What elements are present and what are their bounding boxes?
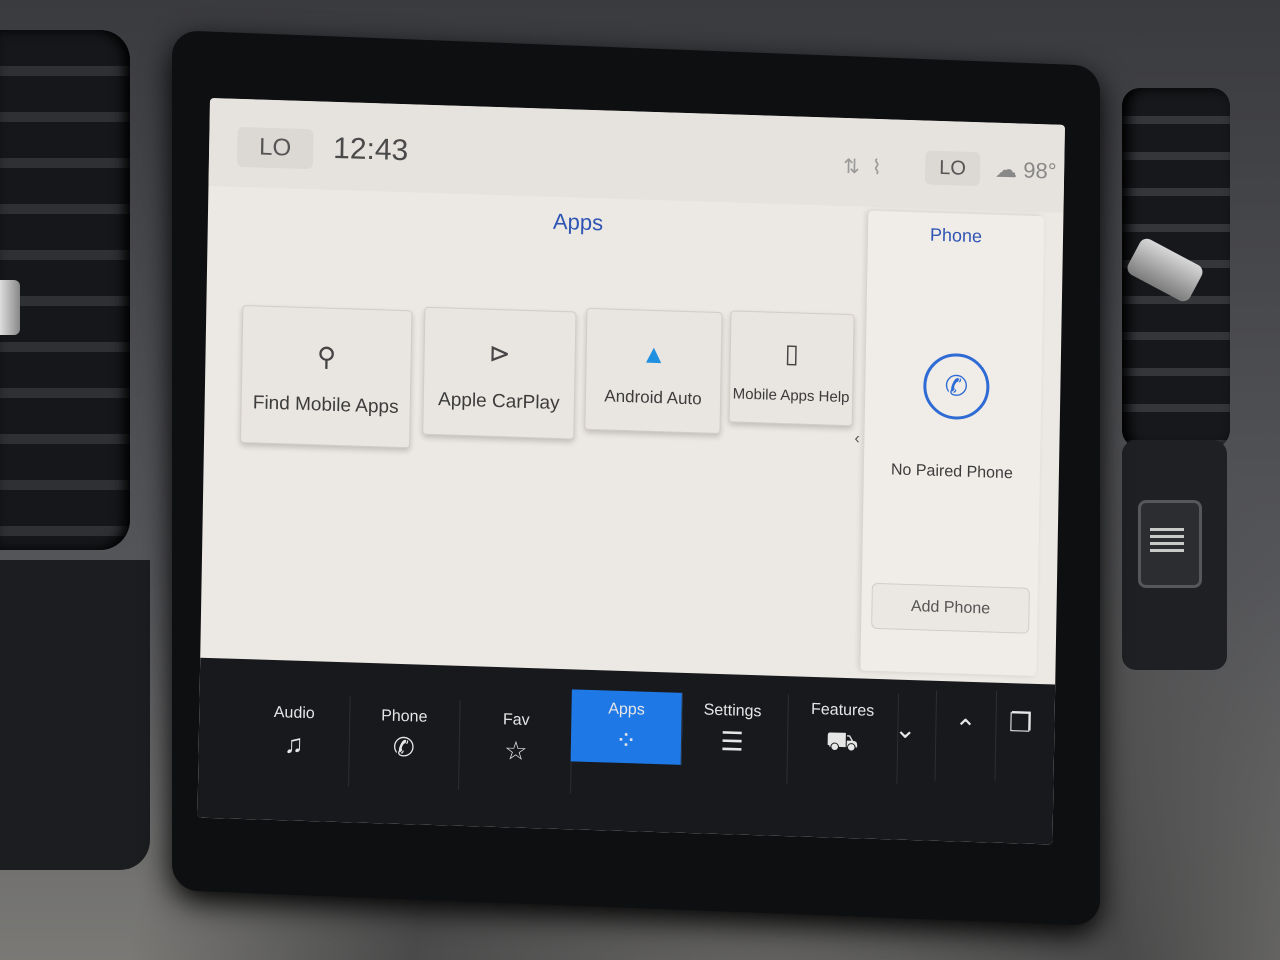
chevron-down-icon: ⌄: [894, 713, 917, 745]
nav-label: Apps: [608, 700, 645, 719]
climate-right-temp[interactable]: LO: [924, 150, 981, 187]
android-auto-icon: ▲: [640, 338, 667, 370]
clock: 12:43: [332, 131, 409, 168]
bottom-nav-bar: Audio ♫ Phone ✆ Fav ☆ Apps ⁘ Settings ☰ …: [197, 657, 1056, 845]
phone-icon[interactable]: ✆: [922, 352, 990, 421]
android-auto-tile[interactable]: ▲ Android Auto: [584, 307, 723, 435]
nav-label: Fav: [502, 711, 530, 730]
status-icons: ⇅⌇: [843, 154, 894, 181]
weather-icon: ☁: [994, 156, 1018, 183]
signal-icon: ⇅: [842, 155, 873, 179]
tile-label: Android Auto: [604, 386, 702, 409]
infotainment-screen: LO 12:43 ⇅⌇ LO ☁ 98° Apps ⚲ Find Mobile …: [197, 98, 1065, 845]
hazard-switch-icon: [1150, 528, 1184, 554]
outside-temperature-value: 98°: [1023, 157, 1057, 184]
nav-fav[interactable]: Fav ☆: [460, 699, 573, 794]
find-mobile-apps-tile[interactable]: ⚲ Find Mobile Apps: [239, 305, 413, 449]
panel-collapse-icon[interactable]: ‹: [854, 430, 860, 448]
apple-carplay-tile[interactable]: ⊳ Apple CarPlay: [422, 306, 577, 440]
mobile-apps-help-tile[interactable]: ▯ Mobile Apps Help: [728, 310, 855, 427]
phone-panel: Phone ✆ No Paired Phone Add Phone: [860, 210, 1045, 676]
help-icon: ▯: [784, 337, 800, 369]
nav-label: Audio: [273, 704, 315, 723]
nav-phone[interactable]: Phone ✆: [348, 696, 461, 790]
grid-icon: ⁘: [614, 724, 638, 756]
nav-chevron-up[interactable]: ⌃: [934, 688, 998, 781]
nav-settings[interactable]: Settings ☰: [676, 690, 789, 785]
climate-left-temp[interactable]: LO: [236, 126, 314, 170]
sliders-icon: ☰: [720, 726, 744, 757]
apps-title: Apps: [552, 208, 604, 236]
wifi-icon: ⌇: [871, 156, 894, 180]
nav-recent[interactable]: ❐: [995, 687, 1047, 779]
nav-audio[interactable]: Audio ♫: [238, 692, 351, 787]
tile-label: Find Mobile Apps: [252, 392, 399, 418]
music-note-icon: ♫: [283, 728, 304, 759]
phone-icon: ✆: [392, 731, 415, 763]
nav-label: Phone: [381, 707, 428, 726]
phone-status: No Paired Phone: [890, 461, 1013, 483]
tile-label: Apple CarPlay: [437, 389, 560, 414]
recent-apps-icon: ❐: [1008, 707, 1033, 738]
phone-panel-title: Phone: [929, 224, 983, 247]
add-phone-button[interactable]: Add Phone: [871, 582, 1030, 634]
carplay-icon: ⊳: [488, 337, 511, 369]
tile-label: Mobile Apps Help: [732, 384, 850, 406]
left-vent-handle: [0, 280, 20, 335]
search-apps-icon: ⚲: [316, 341, 337, 372]
outside-temperature: ☁ 98°: [995, 157, 1057, 185]
nav-chevron-down[interactable]: ⌄: [874, 688, 938, 781]
chevron-up-icon: ⌃: [954, 713, 977, 745]
nav-apps[interactable]: Apps ⁘: [570, 689, 683, 765]
star-icon: ☆: [503, 735, 528, 766]
nav-label: Settings: [703, 701, 762, 721]
left-dash-panel: [0, 560, 150, 870]
